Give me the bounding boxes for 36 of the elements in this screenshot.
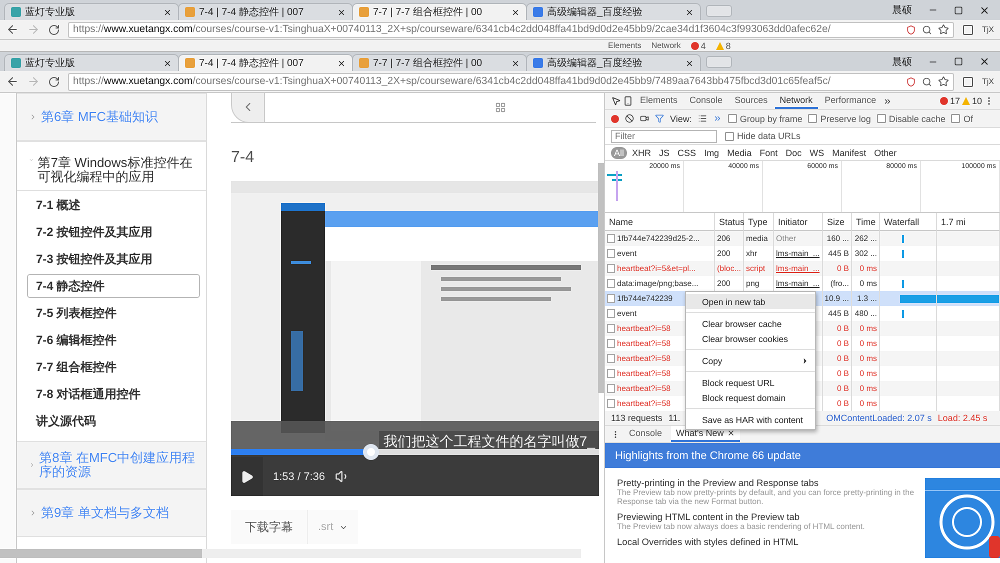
dom-loaded-time: OMContentLoaded: 2.07 s [826,413,932,423]
time-cell: 0 ms [852,261,880,276]
time-cell: 1.3 ... [852,291,880,306]
time-cell: 480 ... [852,306,880,321]
size-cell: 0 B [823,351,852,366]
initiator-cell: lms-main_... [774,276,823,291]
initiator-cell: Other [774,231,823,246]
type-cell: media [744,231,774,246]
status-cell: 206 [715,231,744,246]
status-cell: (bloc... [715,261,744,276]
type-cell: script [744,261,774,276]
time-cell: 0 ms [852,321,880,336]
transferred-size: 11. [668,413,680,423]
size-cell: 0 B [823,261,852,276]
time-cell: 262 ... [852,231,880,246]
unit-title: 7-4 [231,149,256,167]
status-cell: 200 [715,276,744,291]
size-cell: 0 B [823,321,852,336]
whats-new-banner: Highlights from the Chrome 66 update [605,443,1000,468]
initiator-cell: lms-main_... [774,246,823,261]
video-time: 1:53 / 7:36 [273,470,325,482]
status-cell: 200 [715,246,744,261]
feature-description: The Preview tab now pretty-prints by default, and you can force pretty-printing in the Response tab via the new Format button. [617,488,916,506]
view-label: View: [670,114,692,124]
load-time: Load: 2.45 s [938,413,988,423]
time-cell: 302 ... [852,246,880,261]
initiator-cell: lms-main_... [774,261,823,276]
size-cell: 10.9 ... [823,291,852,306]
type-cell: png [744,276,774,291]
time-cell: 0 ms [852,351,880,366]
size-cell: 160 ... [823,231,852,246]
size-cell: 0 B [823,381,852,396]
type-cell: xhr [744,246,774,261]
time-cell: 0 ms [852,381,880,396]
request-count: 113 requests [611,413,662,423]
feature-description: The Preview tab now always does a basic rendering of HTML content. [617,522,866,531]
